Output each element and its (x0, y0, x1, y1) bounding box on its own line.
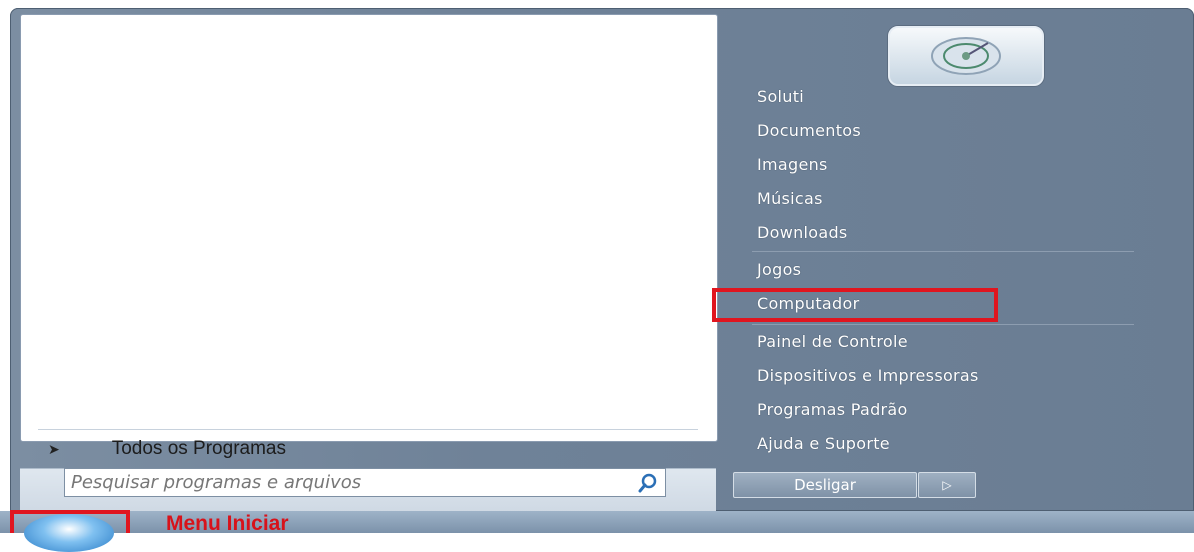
right-separator (752, 251, 1134, 252)
right-item-painel-de-controle[interactable]: Painel de Controle (757, 328, 908, 356)
all-programs-button[interactable]: ➤ Todos os Programas (48, 436, 688, 462)
pinned-programs-pane (20, 14, 718, 442)
triangle-right-icon: ▷ (942, 478, 952, 492)
left-divider (38, 429, 698, 430)
search-input[interactable] (65, 471, 631, 494)
start-button-highlight-box (10, 510, 130, 533)
right-item-soluti[interactable]: Soluti (757, 83, 804, 111)
start-menu: ➤ Todos os Programas (10, 8, 1194, 511)
right-item-musicas[interactable]: Músicas (757, 185, 823, 213)
start-menu-caption: Menu Iniciar (166, 512, 289, 535)
search-field[interactable] (64, 468, 666, 497)
right-item-imagens[interactable]: Imagens (757, 151, 828, 179)
right-item-ajuda-e-suporte[interactable]: Ajuda e Suporte (757, 430, 890, 458)
right-item-jogos[interactable]: Jogos (757, 256, 801, 284)
shutdown-button[interactable]: Desligar (733, 472, 917, 498)
search-icon[interactable] (631, 469, 665, 496)
shutdown-options-button[interactable]: ▷ (918, 472, 976, 498)
triangle-right-icon: ➤ (48, 440, 60, 457)
right-item-downloads[interactable]: Downloads (757, 219, 848, 247)
right-item-programas-padrao[interactable]: Programas Padrão (757, 396, 908, 424)
shutdown-label: Desligar (794, 476, 856, 494)
all-programs-label: Todos os Programas (111, 438, 286, 459)
computador-highlight-box (712, 288, 998, 322)
right-item-dispositivos-e-impressoras[interactable]: Dispositivos e Impressoras (757, 362, 979, 390)
right-item-documentos[interactable]: Documentos (757, 117, 861, 145)
right-separator (752, 324, 1134, 325)
user-picture-icon[interactable] (888, 26, 1044, 86)
